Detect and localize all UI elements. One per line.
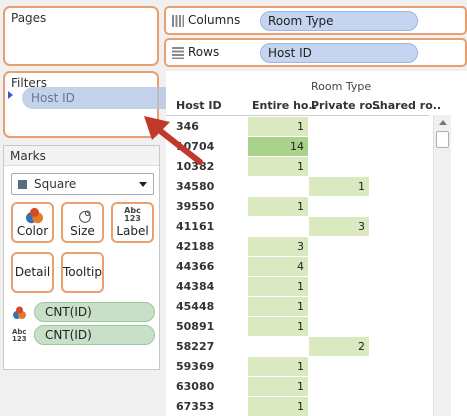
size-button[interactable]: Size: [61, 202, 104, 243]
color-button[interactable]: Color: [11, 202, 54, 243]
row-label-host-id[interactable]: 44384: [176, 280, 214, 293]
drop-marker-icon: [8, 91, 13, 99]
col-header-entire[interactable]: Entire ho..: [252, 99, 317, 112]
row-label-host-id[interactable]: 45448: [176, 300, 214, 313]
detail-button[interactable]: Detail: [11, 252, 54, 293]
annotation-arrow-icon: [144, 116, 203, 165]
row-label-host-id[interactable]: 34580: [176, 180, 214, 193]
table-cell-entire[interactable]: 1: [248, 317, 308, 336]
columns-icon: [172, 15, 184, 27]
pages-title: Pages: [11, 11, 47, 25]
table-cell-private[interactable]: 2: [309, 337, 369, 356]
table-cell-entire[interactable]: 1: [248, 117, 308, 136]
row-label-host-id[interactable]: 42188: [176, 240, 214, 253]
table-cell-entire[interactable]: 1: [248, 377, 308, 396]
table-cell-entire[interactable]: 1: [248, 357, 308, 376]
columns-shelf[interactable]: Columns Room Type: [164, 6, 467, 35]
row-label-host-id[interactable]: 44366: [176, 260, 214, 273]
table-cell-entire[interactable]: 4: [248, 257, 308, 276]
table-cell-entire[interactable]: 1: [248, 197, 308, 216]
row-label-host-id[interactable]: 41161: [176, 220, 214, 233]
mark-type-dropdown[interactable]: Square: [11, 173, 154, 195]
tooltip-label: Tooltip: [63, 265, 102, 279]
columns-pill-room-type[interactable]: Room Type: [260, 11, 418, 31]
table-cell-entire[interactable]: 1: [248, 277, 308, 296]
rows-shelf[interactable]: Rows Host ID: [164, 38, 467, 67]
label-encoding-icon: Abc 123: [12, 328, 27, 343]
color-icon: [25, 207, 44, 224]
scroll-thumb[interactable]: [436, 131, 449, 148]
row-label-host-id[interactable]: 59369: [176, 360, 214, 373]
scroll-up-icon[interactable]: [439, 120, 447, 125]
chevron-down-icon: [139, 182, 147, 187]
col-header-private[interactable]: Private ro..: [311, 99, 381, 112]
table-cell-entire[interactable]: 14: [248, 137, 308, 156]
row-label-host-id[interactable]: 63080: [176, 380, 214, 393]
detail-label: Detail: [14, 265, 51, 279]
color-field-pill[interactable]: CNT(ID): [34, 302, 155, 322]
rows-label: Rows: [188, 45, 220, 59]
view-canvas[interactable]: Room Type Host ID Entire ho.. Private ro…: [166, 71, 467, 416]
label-field-pill[interactable]: CNT(ID): [34, 325, 155, 345]
table-cell-entire[interactable]: 1: [248, 297, 308, 316]
mark-type-value: Square: [34, 177, 77, 191]
table-cell-private[interactable]: 1: [309, 177, 369, 196]
row-label-host-id[interactable]: 39550: [176, 200, 214, 213]
column-group-header: Room Type: [311, 80, 372, 93]
table-cell-entire[interactable]: 1: [248, 397, 308, 416]
row-label-host-id[interactable]: 50891: [176, 320, 214, 333]
size-icon: [79, 210, 91, 223]
label-button[interactable]: Abc 123 Label: [111, 202, 154, 243]
table-cell-entire[interactable]: 1: [248, 157, 308, 176]
table-cell-private[interactable]: 3: [309, 217, 369, 236]
table-cell-entire[interactable]: 3: [248, 237, 308, 256]
columns-label: Columns: [188, 13, 241, 27]
tooltip-button[interactable]: Tooltip: [61, 252, 104, 293]
size-label: Size: [70, 224, 95, 238]
color-label: Color: [16, 224, 49, 238]
square-mark-icon: [18, 180, 27, 189]
color-encoding-icon: [13, 306, 26, 319]
dragging-field-pill[interactable]: Host ID: [22, 87, 180, 109]
rows-pill-host-id[interactable]: Host ID: [260, 43, 418, 63]
rows-icon: [172, 47, 184, 59]
col-header-shared[interactable]: Shared ro..: [372, 99, 441, 112]
row-label-host-id[interactable]: 58227: [176, 340, 214, 353]
abc-123-icon: Abc 123: [124, 206, 141, 223]
row-label-host-id[interactable]: 67353: [176, 400, 214, 413]
vertical-scrollbar[interactable]: [433, 115, 451, 416]
label-label: Label: [116, 224, 149, 238]
marks-card: Marks Square Color Size Abc 123 Label De…: [3, 145, 160, 370]
pages-card[interactable]: Pages: [3, 6, 159, 66]
